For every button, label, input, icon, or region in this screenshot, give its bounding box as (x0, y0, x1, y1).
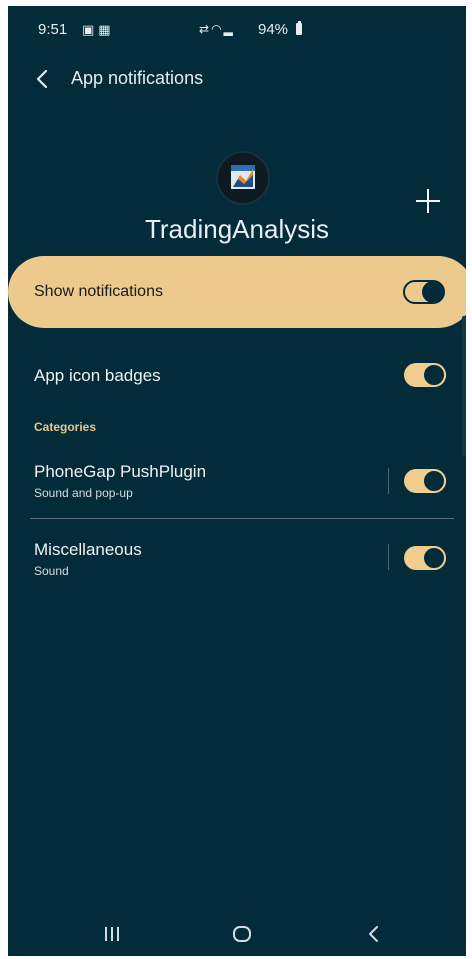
toggle-knob (422, 363, 446, 387)
category-subtitle: Sound (34, 564, 69, 578)
status-bar: 9:51 ▣▦ ⇄◠▂ 94% (8, 6, 466, 52)
show-notifications-row[interactable]: Show notifications (8, 256, 466, 328)
scrollbar[interactable] (462, 316, 466, 456)
category-title: Miscellaneous (34, 540, 142, 559)
status-time: 9:51 (38, 21, 68, 38)
phone-screen: 9:51 ▣▦ ⇄◠▂ 94% App notifications Tradin… (8, 6, 466, 956)
battery-percent: 94% (258, 21, 289, 38)
sync-icon: ⇄ (199, 22, 212, 36)
status-right-icons: ⇄◠▂ (199, 22, 235, 36)
divider (30, 518, 454, 519)
app-icon-badges-toggle[interactable] (404, 363, 446, 387)
notification-icon: ▦ (98, 22, 115, 37)
page-title: App notifications (71, 68, 204, 88)
toggle-knob (422, 281, 444, 303)
show-notifications-label: Show notifications (34, 283, 163, 300)
divider (388, 468, 389, 494)
categories-header: Categories (34, 420, 97, 434)
app-name: TradingAnalysis (144, 214, 329, 244)
category-title: PhoneGap PushPlugin (34, 462, 207, 481)
navigation-bar (8, 911, 466, 956)
miscellaneous-toggle[interactable] (404, 546, 446, 570)
home-icon[interactable] (230, 922, 254, 946)
toggle-knob (422, 546, 446, 570)
battery-icon (296, 21, 302, 35)
status-left-icons: ▣▦ (82, 22, 115, 38)
recent-apps-icon[interactable] (100, 923, 124, 945)
phonegap-toggle[interactable] (404, 469, 446, 493)
divider (388, 544, 389, 570)
image-icon: ▣ (82, 22, 99, 37)
back-icon[interactable] (362, 922, 386, 946)
chevron-left-icon[interactable] (28, 64, 58, 94)
signal-icon: ▂ (223, 22, 235, 36)
toggle-knob (422, 469, 446, 493)
app-icon-badges-label: App icon badges (34, 366, 161, 385)
category-subtitle: Sound and pop-up (34, 486, 133, 500)
show-notifications-toggle[interactable] (403, 280, 445, 304)
app-bar: App notifications (8, 58, 466, 102)
wifi-icon: ◠ (211, 22, 224, 36)
app-icon (216, 151, 270, 205)
